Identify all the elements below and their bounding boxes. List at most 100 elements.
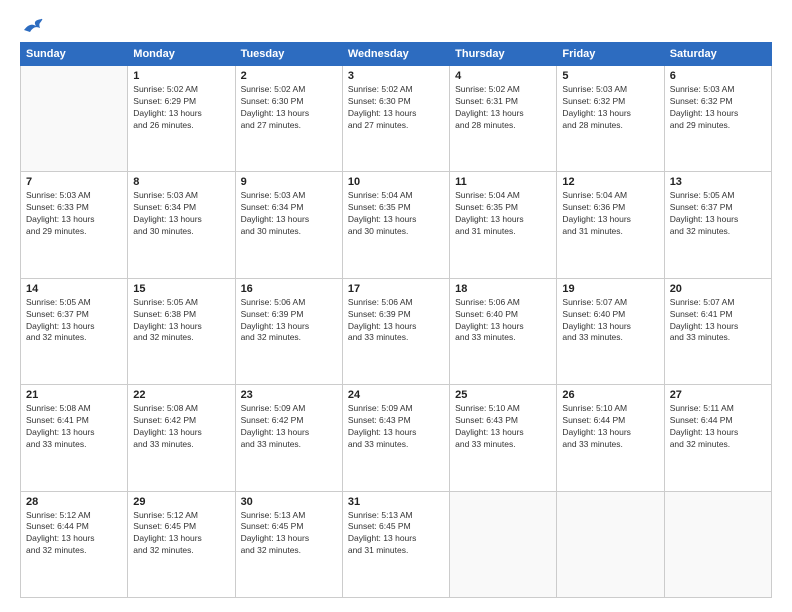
day-number: 23 (241, 389, 337, 401)
logo (20, 18, 44, 36)
day-info: Sunrise: 5:02 AM Sunset: 6:29 PM Dayligh… (133, 84, 229, 132)
day-info: Sunrise: 5:04 AM Sunset: 6:35 PM Dayligh… (455, 190, 551, 238)
day-info: Sunrise: 5:08 AM Sunset: 6:42 PM Dayligh… (133, 403, 229, 451)
day-number: 17 (348, 283, 444, 295)
day-number: 11 (455, 176, 551, 188)
calendar-cell: 18 Sunrise: 5:06 AM Sunset: 6:40 PM Dayli… (450, 278, 557, 384)
day-info: Sunrise: 5:05 AM Sunset: 6:37 PM Dayligh… (26, 297, 122, 345)
day-info: Sunrise: 5:09 AM Sunset: 6:43 PM Dayligh… (348, 403, 444, 451)
calendar-cell: 1 Sunrise: 5:02 AM Sunset: 6:29 PM Daylig… (128, 66, 235, 172)
logo-bird-icon (22, 18, 44, 36)
day-info: Sunrise: 5:06 AM Sunset: 6:39 PM Dayligh… (241, 297, 337, 345)
calendar-cell: 9 Sunrise: 5:03 AM Sunset: 6:34 PM Daylig… (235, 172, 342, 278)
calendar-cell: 31Sunrise: 5:13 AM Sunset: 6:45 PM Dayli… (342, 491, 449, 597)
calendar-cell (557, 491, 664, 597)
calendar-cell: 29 Sunrise: 5:12 AM Sunset: 6:45 PM Dayli… (128, 491, 235, 597)
calendar-cell: 10 Sunrise: 5:04 AM Sunset: 6:35 PM Dayli… (342, 172, 449, 278)
header-day-saturday: Saturday (664, 43, 771, 66)
day-number: 14 (26, 283, 122, 295)
day-number: 15 (133, 283, 229, 295)
calendar-cell (664, 491, 771, 597)
calendar-body: 1 Sunrise: 5:02 AM Sunset: 6:29 PM Daylig… (21, 66, 772, 598)
day-info: Sunrise: 5:12 AM Sunset: 6:45 PM Dayligh… (133, 510, 229, 558)
day-info: Sunrise: 5:03 AM Sunset: 6:34 PM Dayligh… (241, 190, 337, 238)
day-number: 5 (562, 70, 658, 82)
day-info: Sunrise: 5:07 AM Sunset: 6:40 PM Dayligh… (562, 297, 658, 345)
day-info: Sunrise: 5:04 AM Sunset: 6:36 PM Dayligh… (562, 190, 658, 238)
calendar-cell: 24 Sunrise: 5:09 AM Sunset: 6:43 PM Dayli… (342, 385, 449, 491)
day-info: Sunrise: 5:03 AM Sunset: 6:34 PM Dayligh… (133, 190, 229, 238)
day-info: Sunrise: 5:03 AM Sunset: 6:32 PM Dayligh… (562, 84, 658, 132)
day-number: 24 (348, 389, 444, 401)
day-number: 27 (670, 389, 766, 401)
day-info: Sunrise: 5:05 AM Sunset: 6:38 PM Dayligh… (133, 297, 229, 345)
day-info: Sunrise: 5:02 AM Sunset: 6:31 PM Dayligh… (455, 84, 551, 132)
page: SundayMondayTuesdayWednesdayThursdayFrid… (0, 0, 792, 612)
day-number: 29 (133, 496, 229, 508)
calendar-cell: 2Sunrise: 5:02 AM Sunset: 6:30 PM Daylig… (235, 66, 342, 172)
calendar-cell: 4 Sunrise: 5:02 AM Sunset: 6:31 PM Daylig… (450, 66, 557, 172)
day-number: 13 (670, 176, 766, 188)
day-number: 18 (455, 283, 551, 295)
day-number: 26 (562, 389, 658, 401)
week-row-4: 21 Sunrise: 5:08 AM Sunset: 6:41 PM Dayli… (21, 385, 772, 491)
week-row-1: 1 Sunrise: 5:02 AM Sunset: 6:29 PM Daylig… (21, 66, 772, 172)
week-row-5: 28 Sunrise: 5:12 AM Sunset: 6:44 PM Dayli… (21, 491, 772, 597)
day-number: 30 (241, 496, 337, 508)
calendar-cell: 21 Sunrise: 5:08 AM Sunset: 6:41 PM Dayli… (21, 385, 128, 491)
header-day-wednesday: Wednesday (342, 43, 449, 66)
day-number: 7 (26, 176, 122, 188)
day-number: 21 (26, 389, 122, 401)
day-info: Sunrise: 5:02 AM Sunset: 6:30 PM Dayligh… (348, 84, 444, 132)
day-info: Sunrise: 5:09 AM Sunset: 6:42 PM Dayligh… (241, 403, 337, 451)
calendar-cell: 23 Sunrise: 5:09 AM Sunset: 6:42 PM Dayli… (235, 385, 342, 491)
week-row-2: 7 Sunrise: 5:03 AM Sunset: 6:33 PM Daylig… (21, 172, 772, 278)
day-number: 31 (348, 496, 444, 508)
header-day-friday: Friday (557, 43, 664, 66)
week-row-3: 14 Sunrise: 5:05 AM Sunset: 6:37 PM Dayli… (21, 278, 772, 384)
calendar-table: SundayMondayTuesdayWednesdayThursdayFrid… (20, 42, 772, 598)
header-day-thursday: Thursday (450, 43, 557, 66)
calendar-cell: 19 Sunrise: 5:07 AM Sunset: 6:40 PM Dayli… (557, 278, 664, 384)
day-info: Sunrise: 5:07 AM Sunset: 6:41 PM Dayligh… (670, 297, 766, 345)
calendar-cell: 15 Sunrise: 5:05 AM Sunset: 6:38 PM Dayli… (128, 278, 235, 384)
calendar-cell: 27 Sunrise: 5:11 AM Sunset: 6:44 PM Dayli… (664, 385, 771, 491)
calendar-cell: 6Sunrise: 5:03 AM Sunset: 6:32 PM Daylig… (664, 66, 771, 172)
calendar-header: SundayMondayTuesdayWednesdayThursdayFrid… (21, 43, 772, 66)
calendar-cell: 7 Sunrise: 5:03 AM Sunset: 6:33 PM Daylig… (21, 172, 128, 278)
day-number: 1 (133, 70, 229, 82)
calendar-cell: 22 Sunrise: 5:08 AM Sunset: 6:42 PM Dayli… (128, 385, 235, 491)
calendar-cell: 16Sunrise: 5:06 AM Sunset: 6:39 PM Dayli… (235, 278, 342, 384)
header (20, 18, 772, 36)
day-info: Sunrise: 5:10 AM Sunset: 6:43 PM Dayligh… (455, 403, 551, 451)
day-number: 19 (562, 283, 658, 295)
day-info: Sunrise: 5:03 AM Sunset: 6:32 PM Dayligh… (670, 84, 766, 132)
day-info: Sunrise: 5:12 AM Sunset: 6:44 PM Dayligh… (26, 510, 122, 558)
day-info: Sunrise: 5:10 AM Sunset: 6:44 PM Dayligh… (562, 403, 658, 451)
calendar-cell: 26 Sunrise: 5:10 AM Sunset: 6:44 PM Dayli… (557, 385, 664, 491)
header-day-monday: Monday (128, 43, 235, 66)
day-info: Sunrise: 5:08 AM Sunset: 6:41 PM Dayligh… (26, 403, 122, 451)
calendar-cell: 3Sunrise: 5:02 AM Sunset: 6:30 PM Daylig… (342, 66, 449, 172)
day-info: Sunrise: 5:11 AM Sunset: 6:44 PM Dayligh… (670, 403, 766, 451)
calendar-cell: 25 Sunrise: 5:10 AM Sunset: 6:43 PM Dayli… (450, 385, 557, 491)
day-info: Sunrise: 5:06 AM Sunset: 6:40 PM Dayligh… (455, 297, 551, 345)
calendar-cell: 11 Sunrise: 5:04 AM Sunset: 6:35 PM Dayli… (450, 172, 557, 278)
day-number: 2 (241, 70, 337, 82)
day-info: Sunrise: 5:04 AM Sunset: 6:35 PM Dayligh… (348, 190, 444, 238)
day-info: Sunrise: 5:06 AM Sunset: 6:39 PM Dayligh… (348, 297, 444, 345)
day-number: 25 (455, 389, 551, 401)
day-number: 9 (241, 176, 337, 188)
day-info: Sunrise: 5:13 AM Sunset: 6:45 PM Dayligh… (241, 510, 337, 558)
calendar-cell: 13Sunrise: 5:05 AM Sunset: 6:37 PM Dayli… (664, 172, 771, 278)
day-number: 8 (133, 176, 229, 188)
day-number: 28 (26, 496, 122, 508)
day-number: 4 (455, 70, 551, 82)
header-day-tuesday: Tuesday (235, 43, 342, 66)
day-info: Sunrise: 5:03 AM Sunset: 6:33 PM Dayligh… (26, 190, 122, 238)
header-day-sunday: Sunday (21, 43, 128, 66)
day-number: 10 (348, 176, 444, 188)
day-number: 20 (670, 283, 766, 295)
day-number: 22 (133, 389, 229, 401)
calendar-cell: 28 Sunrise: 5:12 AM Sunset: 6:44 PM Dayli… (21, 491, 128, 597)
